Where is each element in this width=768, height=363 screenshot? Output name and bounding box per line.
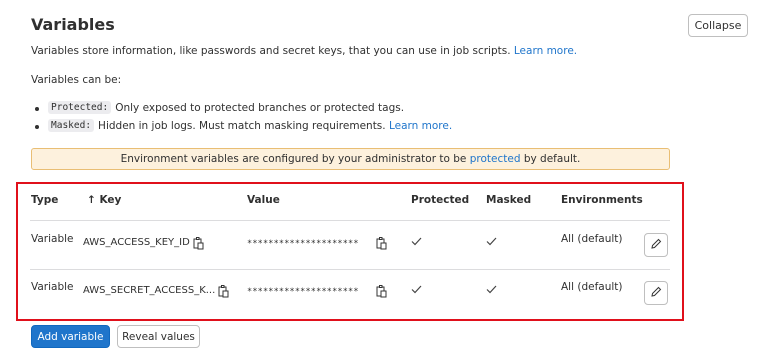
section-title: Variables [31,15,115,34]
copy-value-icon[interactable] [376,237,387,250]
variables-can-be-text: Variables can be: [31,74,122,86]
header-environments: Environments [561,194,643,206]
banner-text-after: by default. [523,153,581,165]
header-key-sort[interactable]: ↑ Key [87,194,121,206]
header-type: Type [31,194,59,206]
protected-info-banner: Environment variables are configured by … [31,148,670,170]
row-divider [30,269,670,270]
bullet-masked: Masked: Hidden in job logs. Must match m… [34,119,452,132]
masked-check-icon [486,236,497,246]
edit-variable-button[interactable] [644,281,668,305]
pencil-icon [650,286,662,301]
header-divider [30,220,670,221]
masked-check-icon [486,284,497,294]
masked-learn-more-link[interactable]: Learn more. [389,120,452,132]
protected-code: Protected: [48,101,112,114]
pencil-icon [650,238,662,253]
copy-value-icon[interactable] [376,285,387,298]
collapse-button[interactable]: Collapse [688,14,748,37]
header-protected: Protected [411,194,470,206]
bullet-protected: Protected: Only exposed to protected bra… [34,101,405,114]
copy-key-icon[interactable] [193,237,204,250]
banner-text-before: Environment variables are configured by … [120,153,467,165]
reveal-values-button[interactable]: Reveal values [117,325,200,348]
row-value: ********************* [247,287,359,297]
description-learn-more-link[interactable]: Learn more. [514,45,577,57]
description-text: Variables store information, like passwo… [31,45,511,57]
row-environments: All (default) [561,281,623,293]
protected-check-icon [411,284,422,294]
protected-text: Only exposed to protected branches or pr… [115,101,405,114]
copy-key-icon[interactable] [218,285,229,298]
protected-check-icon [411,236,422,246]
row-key: AWS_ACCESS_KEY_ID [83,237,190,248]
row-type: Variable [31,281,74,293]
section-description: Variables store information, like passwo… [31,45,577,57]
edit-variable-button[interactable] [644,233,668,257]
row-value: ********************* [247,239,359,249]
header-value: Value [247,194,280,206]
header-masked: Masked [486,194,532,206]
row-type: Variable [31,233,74,245]
add-variable-button[interactable]: Add variable [31,325,110,348]
banner-protected-link[interactable]: protected [470,153,521,165]
masked-text: Hidden in job logs. Must match masking r… [98,119,386,132]
row-key: AWS_SECRET_ACCESS_K... [83,285,216,296]
row-environments: All (default) [561,233,623,245]
masked-code: Masked: [48,119,95,132]
